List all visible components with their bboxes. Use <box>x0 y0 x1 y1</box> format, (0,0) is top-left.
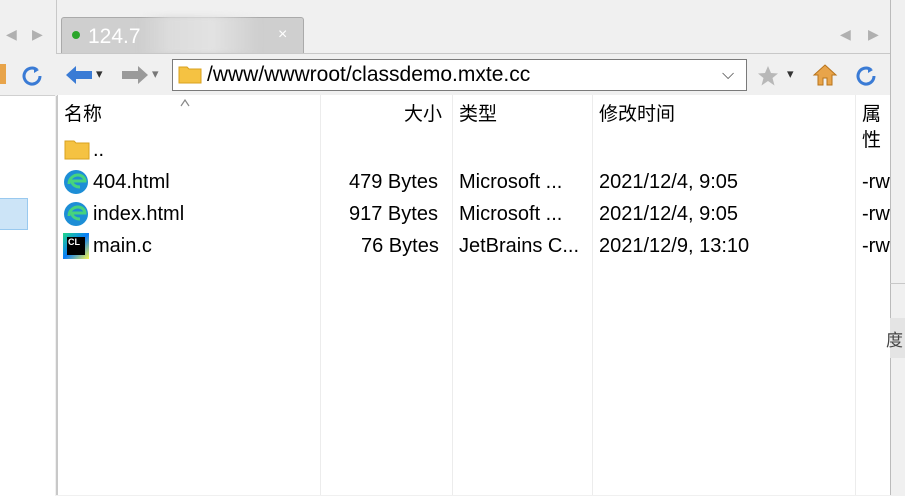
clion-icon: CL <box>63 233 89 259</box>
clion-icon-label: CL <box>67 237 85 255</box>
refresh-icon[interactable] <box>18 62 46 90</box>
list-item[interactable]: .. <box>60 134 890 166</box>
path-text: /www/wwwroot/classdemo.mxte.cc <box>207 63 531 86</box>
folder-icon <box>178 66 202 84</box>
edge-icon <box>64 170 88 194</box>
file-name: 404.html <box>93 171 170 193</box>
connection-status-icon <box>72 31 80 39</box>
column-header-size[interactable]: 大小 <box>404 102 442 128</box>
list-item[interactable]: index.html 917 Bytes Microsoft ... 2021/… <box>60 198 890 230</box>
file-attributes: -rw <box>862 235 890 257</box>
left-selected-row[interactable] <box>0 198 28 230</box>
file-name: index.html <box>93 203 185 225</box>
bookmark-dropdown-icon[interactable]: ▾ <box>787 66 794 82</box>
left-up-icon[interactable] <box>0 64 6 84</box>
back-history-dropdown-icon[interactable]: ▾ <box>96 66 103 82</box>
file-size: 917 Bytes <box>349 203 438 225</box>
left-file-list[interactable] <box>0 95 55 496</box>
file-type: Microsoft ... <box>459 203 563 225</box>
column-header-name[interactable]: 名称 <box>64 102 102 128</box>
file-name: main.c <box>93 235 152 257</box>
column-header-modified[interactable]: 修改时间 <box>599 102 675 128</box>
file-size: 479 Bytes <box>349 171 438 193</box>
sort-ascending-icon <box>180 94 190 107</box>
file-attributes: -rw <box>862 203 890 225</box>
left-back-arrow-icon[interactable]: ◀ <box>6 26 17 43</box>
bookmark-star-icon[interactable] <box>757 65 779 87</box>
column-header-type[interactable]: 类型 <box>459 102 497 128</box>
right-panel-edge <box>890 0 905 495</box>
right-panel-header-fragment: 度 <box>886 331 903 350</box>
file-attributes: -rw <box>862 171 890 193</box>
redacted-host-blur <box>140 16 260 54</box>
list-item[interactable]: 404.html 479 Bytes Microsoft ... 2021/12… <box>60 166 890 198</box>
left-forward-arrow-icon[interactable]: ▶ <box>32 26 43 43</box>
path-dropdown-icon[interactable]: ⌵ <box>722 62 734 88</box>
right-panel-divider <box>890 283 905 284</box>
edge-icon <box>64 202 88 226</box>
tab-close-icon[interactable]: × <box>278 26 287 44</box>
list-item[interactable]: CL main.c 76 Bytes JetBrains C... 2021/1… <box>60 230 890 262</box>
folder-icon <box>64 140 90 160</box>
file-type: Microsoft ... <box>459 171 563 193</box>
refresh-icon[interactable] <box>852 62 880 90</box>
tab-scroll-left-icon[interactable]: ◀ <box>840 26 851 43</box>
back-arrow-icon[interactable] <box>64 64 94 86</box>
file-modified: 2021/12/4, 9:05 <box>599 171 739 193</box>
tab-title: 124.7 <box>88 25 141 48</box>
file-name: .. <box>93 139 105 161</box>
forward-history-dropdown-icon[interactable]: ▾ <box>152 66 159 82</box>
file-modified: 2021/12/9, 13:10 <box>599 235 750 257</box>
home-icon[interactable] <box>812 63 838 87</box>
file-size: 76 Bytes <box>361 235 439 257</box>
file-modified: 2021/12/4, 9:05 <box>599 203 739 225</box>
tab-scroll-right-icon[interactable]: ▶ <box>868 26 879 43</box>
forward-arrow-icon[interactable] <box>120 64 150 86</box>
file-type: JetBrains C... <box>459 235 580 257</box>
